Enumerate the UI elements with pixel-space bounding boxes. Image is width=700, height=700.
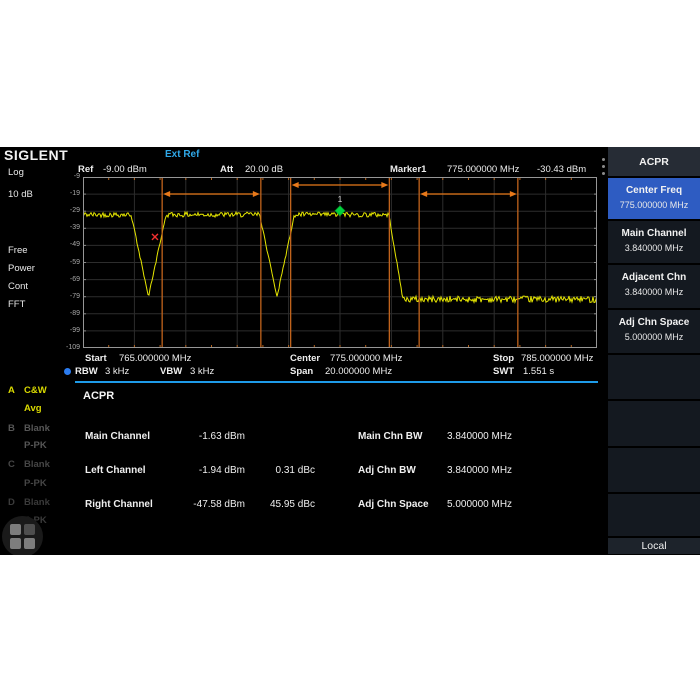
- trace-c-mode: Blank: [24, 459, 50, 470]
- ref-level-value: -9.00 dBm: [103, 164, 147, 175]
- y-axis-tick-label: -19: [58, 190, 80, 197]
- adj-chn-space-value: 5.000000 MHz: [447, 499, 512, 510]
- center-freq-value: 775.000000 MHz: [330, 353, 402, 364]
- sweep-mode-label: Cont: [8, 281, 28, 292]
- swt-value: 1.551 s: [523, 366, 554, 377]
- trace-a-id: A: [8, 385, 15, 396]
- softkey-adjacent-chn[interactable]: Adjacent Chn 3.840000 MHz: [608, 265, 700, 308]
- adj-chn-space-label: Adj Chn Space: [358, 499, 429, 510]
- marker-readout-freq: 775.000000 MHz: [447, 164, 519, 175]
- softkey-panel: ACPR Center Freq 775.000000 MHz Main Cha…: [600, 147, 700, 555]
- y-axis-tick-label: -49: [58, 241, 80, 248]
- start-freq-label: Start: [85, 353, 107, 364]
- screenshot-canvas: SIGLENT Ext Ref Ref -9.00 dBm Att 20.00 …: [0, 0, 700, 700]
- scale-per-div-label: 10 dB: [8, 189, 33, 200]
- marker-readout-label: Marker1: [390, 164, 426, 175]
- attenuation-value: 20.00 dB: [245, 164, 283, 175]
- start-freq-value: 765.000000 MHz: [119, 353, 191, 364]
- y-axis-tick-label: -99: [58, 327, 80, 334]
- right-channel-label: Right Channel: [85, 499, 153, 510]
- main-channel-power: -1.63 dBm: [160, 431, 245, 442]
- rbw-value: 3 kHz: [105, 366, 129, 377]
- y-axis-tick-label: -59: [58, 259, 80, 266]
- main-channel-label: Main Channel: [85, 431, 150, 442]
- y-axis-labels: -9 -19 -29 -39 -49 -59 -69 -79 -89 -99 -109: [58, 147, 80, 357]
- y-axis-tick-label: -39: [58, 224, 80, 231]
- spectrum-analyzer-ui: SIGLENT Ext Ref Ref -9.00 dBm Att 20.00 …: [0, 147, 700, 555]
- trace-b-id: B: [8, 423, 15, 434]
- softkey-main-channel[interactable]: Main Channel 3.840000 MHz: [608, 221, 700, 263]
- svg-text:1: 1: [338, 194, 343, 204]
- left-channel-label: Left Channel: [85, 465, 146, 476]
- softkey-adj-chn-space[interactable]: Adj Chn Space 5.000000 MHz: [608, 310, 700, 353]
- marker-readout-ampl: -30.43 dBm: [537, 164, 586, 175]
- scale-type-label: Log: [8, 167, 24, 178]
- trace-b-detail: P-PK: [24, 440, 47, 451]
- right-channel-power: -47.58 dBm: [160, 499, 245, 510]
- softkey-menu-title: ACPR: [608, 147, 700, 176]
- panel-drag-dots-icon: [602, 154, 606, 176]
- softkey-center-freq[interactable]: Center Freq 775.000000 MHz: [608, 178, 700, 219]
- left-channel-ratio: 0.31 dBc: [240, 465, 315, 476]
- results-title: ACPR: [83, 390, 114, 402]
- trace-a-detail: Avg: [24, 403, 42, 414]
- trace-c-id: C: [8, 459, 15, 470]
- softkey-blank-4[interactable]: [608, 494, 700, 536]
- spectrum-plot: 1: [83, 177, 597, 348]
- y-axis-tick-label: -109: [58, 344, 80, 351]
- local-button[interactable]: Local: [608, 538, 700, 554]
- main-chn-bw-label: Main Chn BW: [358, 431, 422, 442]
- y-axis-tick-label: -9: [58, 173, 80, 180]
- y-axis-tick-label: -69: [58, 276, 80, 283]
- center-freq-label: Center: [290, 353, 320, 364]
- ext-ref-indicator: Ext Ref: [165, 149, 199, 160]
- span-value: 20.000000 MHz: [325, 366, 392, 377]
- adj-chn-bw-value: 3.840000 MHz: [447, 465, 512, 476]
- stop-freq-value: 785.000000 MHz: [521, 353, 593, 364]
- y-axis-tick-label: -29: [58, 207, 80, 214]
- vbw-value: 3 kHz: [190, 366, 214, 377]
- swt-label: SWT: [493, 366, 514, 377]
- softkey-blank-3[interactable]: [608, 448, 700, 492]
- y-axis-tick-label: -89: [58, 310, 80, 317]
- attenuation-label: Att: [220, 164, 233, 175]
- vbw-label: VBW: [160, 366, 182, 377]
- fft-mode-label: FFT: [8, 299, 25, 310]
- right-channel-ratio: 45.95 dBc: [240, 499, 315, 510]
- trace-c-detail: P-PK: [24, 478, 47, 489]
- windows-grid-icon[interactable]: [2, 516, 43, 555]
- main-chn-bw-value: 3.840000 MHz: [447, 431, 512, 442]
- ref-level-label: Ref: [78, 164, 93, 175]
- section-divider-line: [75, 381, 598, 383]
- rbw-label: RBW: [75, 366, 98, 377]
- trigger-mode-label: Free: [8, 245, 28, 256]
- adj-chn-bw-label: Adj Chn BW: [358, 465, 416, 476]
- rbw-coupled-dot: [64, 368, 71, 375]
- softkey-blank-2[interactable]: [608, 401, 700, 446]
- left-channel-power: -1.94 dBm: [160, 465, 245, 476]
- y-axis-tick-label: -79: [58, 293, 80, 300]
- stop-freq-label: Stop: [493, 353, 514, 364]
- trace-a-mode: C&W: [24, 385, 47, 396]
- span-label: Span: [290, 366, 313, 377]
- softkey-blank-1[interactable]: [608, 355, 700, 399]
- trace-d-mode: Blank: [24, 497, 50, 508]
- trace-b-mode: Blank: [24, 423, 50, 434]
- detector-mode-label: Power: [8, 263, 35, 274]
- spectrum-chart: 1: [83, 177, 597, 348]
- trace-d-id: D: [8, 497, 15, 508]
